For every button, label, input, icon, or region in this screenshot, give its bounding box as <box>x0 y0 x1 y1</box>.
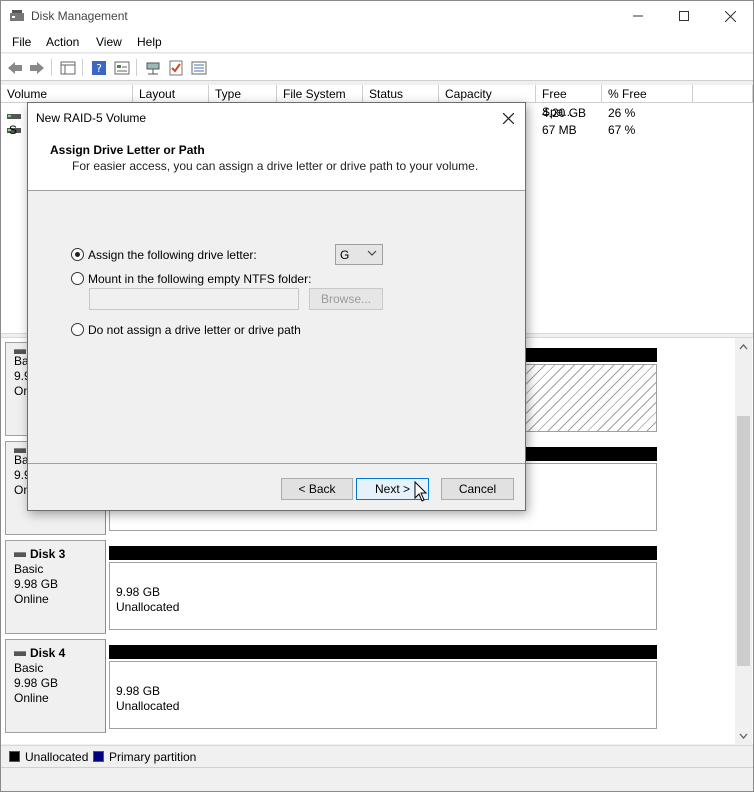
disk-row-disk-3[interactable]: Disk 3 Basic 9.98 GB Online 9.98 GB Unal… <box>1 540 735 634</box>
disk-size: 9.98 GB <box>14 676 59 690</box>
disk-size: 9.98 GB <box>14 577 59 591</box>
folder-path-input[interactable] <box>89 288 299 310</box>
col-layout[interactable]: Layout <box>133 85 209 103</box>
list-view-icon[interactable] <box>190 59 208 76</box>
partition-size: 9.98 GB <box>116 684 161 698</box>
volume-free-space[interactable]: 67 MB <box>542 123 577 137</box>
volume-name-partial[interactable]: S <box>9 123 17 137</box>
dialog-title-bar: New RAID-5 Volume <box>28 103 525 133</box>
browse-button[interactable]: Browse... <box>309 288 383 310</box>
partition-size: 9.98 GB <box>116 585 161 599</box>
disk-type: Basic <box>14 661 44 675</box>
disk-status: Online <box>14 691 49 705</box>
legend-label-unallocated: Unallocated <box>25 750 89 764</box>
toolbar-separator <box>82 59 83 76</box>
disk-info[interactable]: Disk 3 Basic 9.98 GB Online <box>5 540 106 634</box>
col-volume[interactable]: Volume <box>1 85 133 103</box>
close-window-button[interactable] <box>707 1 753 31</box>
disk-management-app-icon <box>9 9 25 23</box>
back-button[interactable]: < Back <box>281 478 353 500</box>
cancel-button[interactable]: Cancel <box>441 478 514 500</box>
partition-header-bar <box>109 546 657 560</box>
partition-area: 9.98 GB Unallocated <box>107 639 659 733</box>
chevron-down-icon <box>367 248 377 261</box>
unallocated-partition[interactable]: 9.98 GB Unallocated <box>109 562 657 630</box>
disk-icon <box>14 552 26 557</box>
maximize-button[interactable] <box>661 1 707 31</box>
volume-free-space[interactable]: 4.20 GB <box>542 106 586 120</box>
menu-file[interactable]: File <box>12 35 31 49</box>
menu-action[interactable]: Action <box>46 35 79 49</box>
disk-row-disk-4[interactable]: Disk 4 Basic 9.98 GB Online 9.98 GB Unal… <box>1 639 735 733</box>
menu-help[interactable]: Help <box>137 35 162 49</box>
radio-assign-letter[interactable] <box>71 248 84 261</box>
toolbar: ? <box>1 54 753 81</box>
scroll-down-icon[interactable] <box>735 727 752 744</box>
disk-management-window: Disk Management File Action View Help ? <box>0 0 754 792</box>
wizard-heading: Assign Drive Letter or Path <box>50 143 205 157</box>
scroll-up-icon[interactable] <box>735 338 752 355</box>
label-assign-letter[interactable]: Assign the following drive letter: <box>88 248 257 262</box>
disk-icon <box>14 651 26 656</box>
col-filler <box>693 85 753 103</box>
menu-bar: File Action View Help <box>1 31 753 53</box>
legend-label-primary: Primary partition <box>109 750 197 764</box>
legend-swatch-unallocated <box>9 751 20 762</box>
forward-arrow-icon[interactable] <box>28 59 46 76</box>
scroll-thumb[interactable] <box>737 416 750 666</box>
checklist-icon[interactable] <box>167 59 185 76</box>
disk-type: Basic <box>14 562 44 576</box>
window-title: Disk Management <box>31 9 128 23</box>
drive-letter-value: G <box>340 248 350 262</box>
drive-letter-select[interactable]: G <box>335 244 383 265</box>
partition-header-bar <box>109 645 657 659</box>
col-free-space[interactable]: Free Spa... <box>536 85 602 119</box>
help-icon[interactable]: ? <box>90 59 108 76</box>
footer-divider <box>28 463 525 464</box>
radio-no-letter[interactable] <box>71 323 84 336</box>
disk-info[interactable]: Disk 4 Basic 9.98 GB Online <box>5 639 106 733</box>
properties-icon[interactable] <box>113 59 131 76</box>
radio-mount-folder[interactable] <box>71 272 84 285</box>
partition-label: Unallocated <box>116 600 180 614</box>
col-type[interactable]: Type <box>209 85 277 103</box>
legend-swatch-primary <box>93 751 104 762</box>
disk-name: Disk 3 <box>14 547 105 562</box>
col-capacity[interactable]: Capacity <box>439 85 536 103</box>
title-bar: Disk Management <box>1 1 753 31</box>
partition-label: Unallocated <box>116 699 180 713</box>
wizard-subheading: For easier access, you can assign a driv… <box>72 159 479 173</box>
back-arrow-icon[interactable] <box>6 59 24 76</box>
legend-bar: Unallocated Primary partition <box>1 745 753 767</box>
minimize-button[interactable] <box>615 1 661 31</box>
mouse-cursor-icon <box>414 480 428 506</box>
close-icon[interactable] <box>495 105 521 131</box>
volume-percent-free[interactable]: 26 % <box>608 106 635 120</box>
new-raid5-volume-dialog: New RAID-5 Volume Assign Drive Letter or… <box>27 102 526 511</box>
toolbar-separator <box>51 59 52 76</box>
col-status[interactable]: Status <box>363 85 439 103</box>
connect-icon[interactable] <box>144 59 162 76</box>
volume-drive-icon <box>7 109 21 123</box>
status-bar <box>1 767 753 791</box>
console-tree-icon[interactable] <box>59 59 77 76</box>
col-file-system[interactable]: File System <box>277 85 363 103</box>
toolbar-separator <box>136 59 137 76</box>
dialog-title: New RAID-5 Volume <box>36 111 147 125</box>
label-no-letter[interactable]: Do not assign a drive letter or drive pa… <box>88 323 301 337</box>
wizard-header: Assign Drive Letter or Path For easier a… <box>28 133 525 191</box>
svg-text:?: ? <box>96 62 102 75</box>
disk-pane-scrollbar[interactable] <box>735 338 752 744</box>
volume-percent-free[interactable]: 67 % <box>608 123 635 137</box>
partition-area: 9.98 GB Unallocated <box>107 540 659 634</box>
col-percent-free[interactable]: % Free <box>602 85 693 103</box>
disk-status: Online <box>14 592 49 606</box>
unallocated-partition[interactable]: 9.98 GB Unallocated <box>109 661 657 729</box>
menu-view[interactable]: View <box>96 35 122 49</box>
label-mount-folder[interactable]: Mount in the following empty NTFS folder… <box>88 272 311 286</box>
disk-name: Disk 4 <box>14 646 105 661</box>
